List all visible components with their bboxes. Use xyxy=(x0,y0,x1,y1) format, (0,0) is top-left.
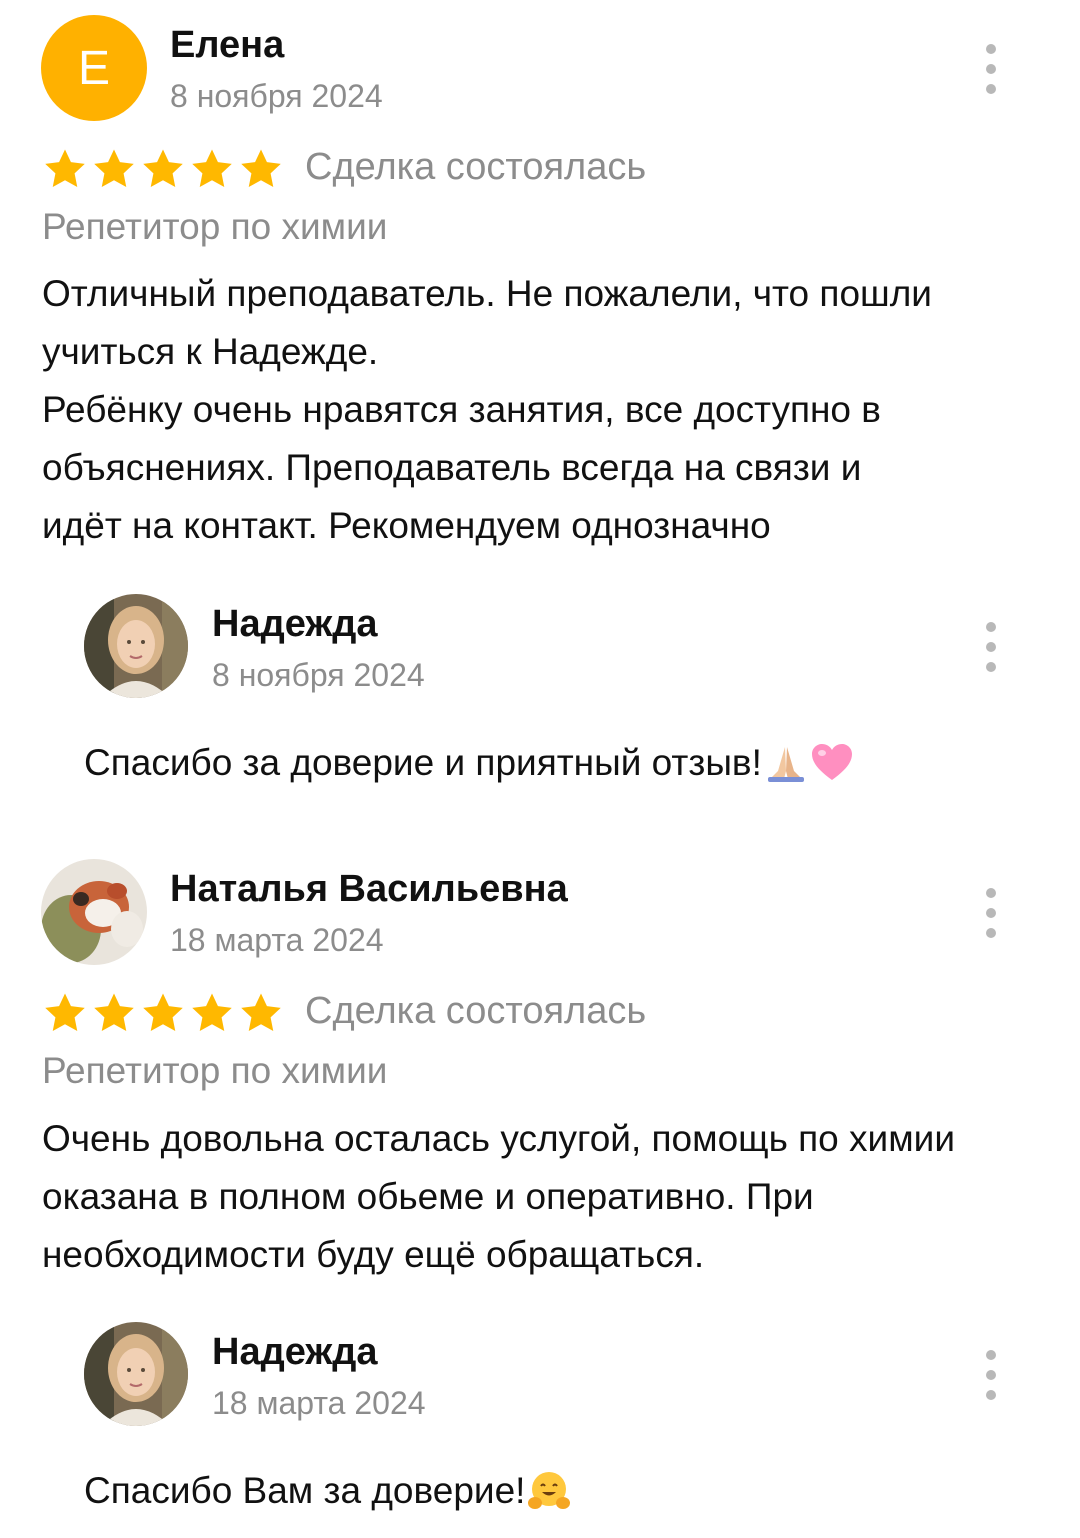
star-icon xyxy=(94,149,134,188)
avatar[interactable] xyxy=(84,1322,188,1426)
avatar[interactable]: Е xyxy=(41,15,147,121)
reviewer-name[interactable]: Елена xyxy=(170,24,284,67)
star-icon xyxy=(143,993,183,1032)
reviewer-name[interactable]: Наталья Васильевна xyxy=(170,868,568,911)
service-name[interactable]: Репетитор по химии xyxy=(42,206,387,248)
star-icon xyxy=(192,993,232,1032)
star-icon xyxy=(241,149,281,188)
review-text: Отличный преподаватель. Не пожалели, что… xyxy=(42,265,1042,555)
reply-text-row: Спасибо за доверие и приятный отзыв! xyxy=(84,738,854,788)
review-text: Очень довольна осталась услугой, помощь … xyxy=(42,1110,1042,1284)
more-vertical-icon xyxy=(986,888,996,898)
reply-date: 18 марта 2024 xyxy=(212,1385,426,1421)
rating-stars xyxy=(42,990,284,1036)
review-date: 8 ноября 2024 xyxy=(170,78,383,114)
review-text-line: объяснениях. Преподаватель всегда на свя… xyxy=(42,447,862,488)
avatar[interactable] xyxy=(84,594,188,698)
praying-hands-icon xyxy=(767,747,804,782)
star-icon xyxy=(192,149,232,188)
more-options-button[interactable] xyxy=(976,44,1006,94)
review-text-line: необходимости буду ещё обращаться. xyxy=(42,1234,705,1275)
more-vertical-icon xyxy=(986,622,996,632)
reply-author-name[interactable]: Надежда xyxy=(212,603,378,646)
deal-status: Сделка состоялась xyxy=(305,990,647,1032)
reply-author-name[interactable]: Надежда xyxy=(212,1331,378,1374)
review-text-line: учиться к Надежде. xyxy=(42,331,379,372)
review-date: 18 марта 2024 xyxy=(170,922,384,958)
reply-text: Спасибо Вам за доверие! xyxy=(84,1470,526,1511)
review-text-line: Ребёнку очень нравятся занятия, все дост… xyxy=(42,389,881,430)
more-options-button[interactable] xyxy=(976,888,1006,938)
person-photo-icon xyxy=(84,594,188,698)
pink-heart-icon xyxy=(811,744,852,780)
reply-text-row: Спасибо Вам за доверие! xyxy=(84,1466,571,1516)
review-text-line: Отличный преподаватель. Не пожалели, что… xyxy=(42,273,932,314)
star-icon xyxy=(241,993,281,1032)
star-icon xyxy=(143,149,183,188)
avatar[interactable] xyxy=(41,859,147,965)
avatar-letter: Е xyxy=(77,41,110,95)
review-text-line: идёт на контакт. Рекомендуем однозначно xyxy=(42,505,771,546)
more-options-button[interactable] xyxy=(976,1350,1006,1400)
review-text-line: Очень довольна осталась услугой, помощь … xyxy=(42,1118,955,1159)
hugging-face-icon xyxy=(528,1472,571,1509)
reply-text: Спасибо за доверие и приятный отзыв! xyxy=(84,742,762,783)
person-photo-icon xyxy=(84,1322,188,1426)
service-name[interactable]: Репетитор по химии xyxy=(42,1050,387,1092)
star-icon xyxy=(45,993,85,1032)
more-options-button[interactable] xyxy=(976,622,1006,672)
rating-stars xyxy=(42,146,284,192)
reply-date: 8 ноября 2024 xyxy=(212,657,425,693)
deal-status: Сделка состоялась xyxy=(305,146,647,188)
more-vertical-icon xyxy=(986,44,996,54)
review-text-line: оказана в полном обьеме и оперативно. Пр… xyxy=(42,1176,814,1217)
more-vertical-icon xyxy=(986,1350,996,1360)
star-icon xyxy=(94,993,134,1032)
star-icon xyxy=(45,149,85,188)
squirrel-photo-icon xyxy=(41,859,147,965)
